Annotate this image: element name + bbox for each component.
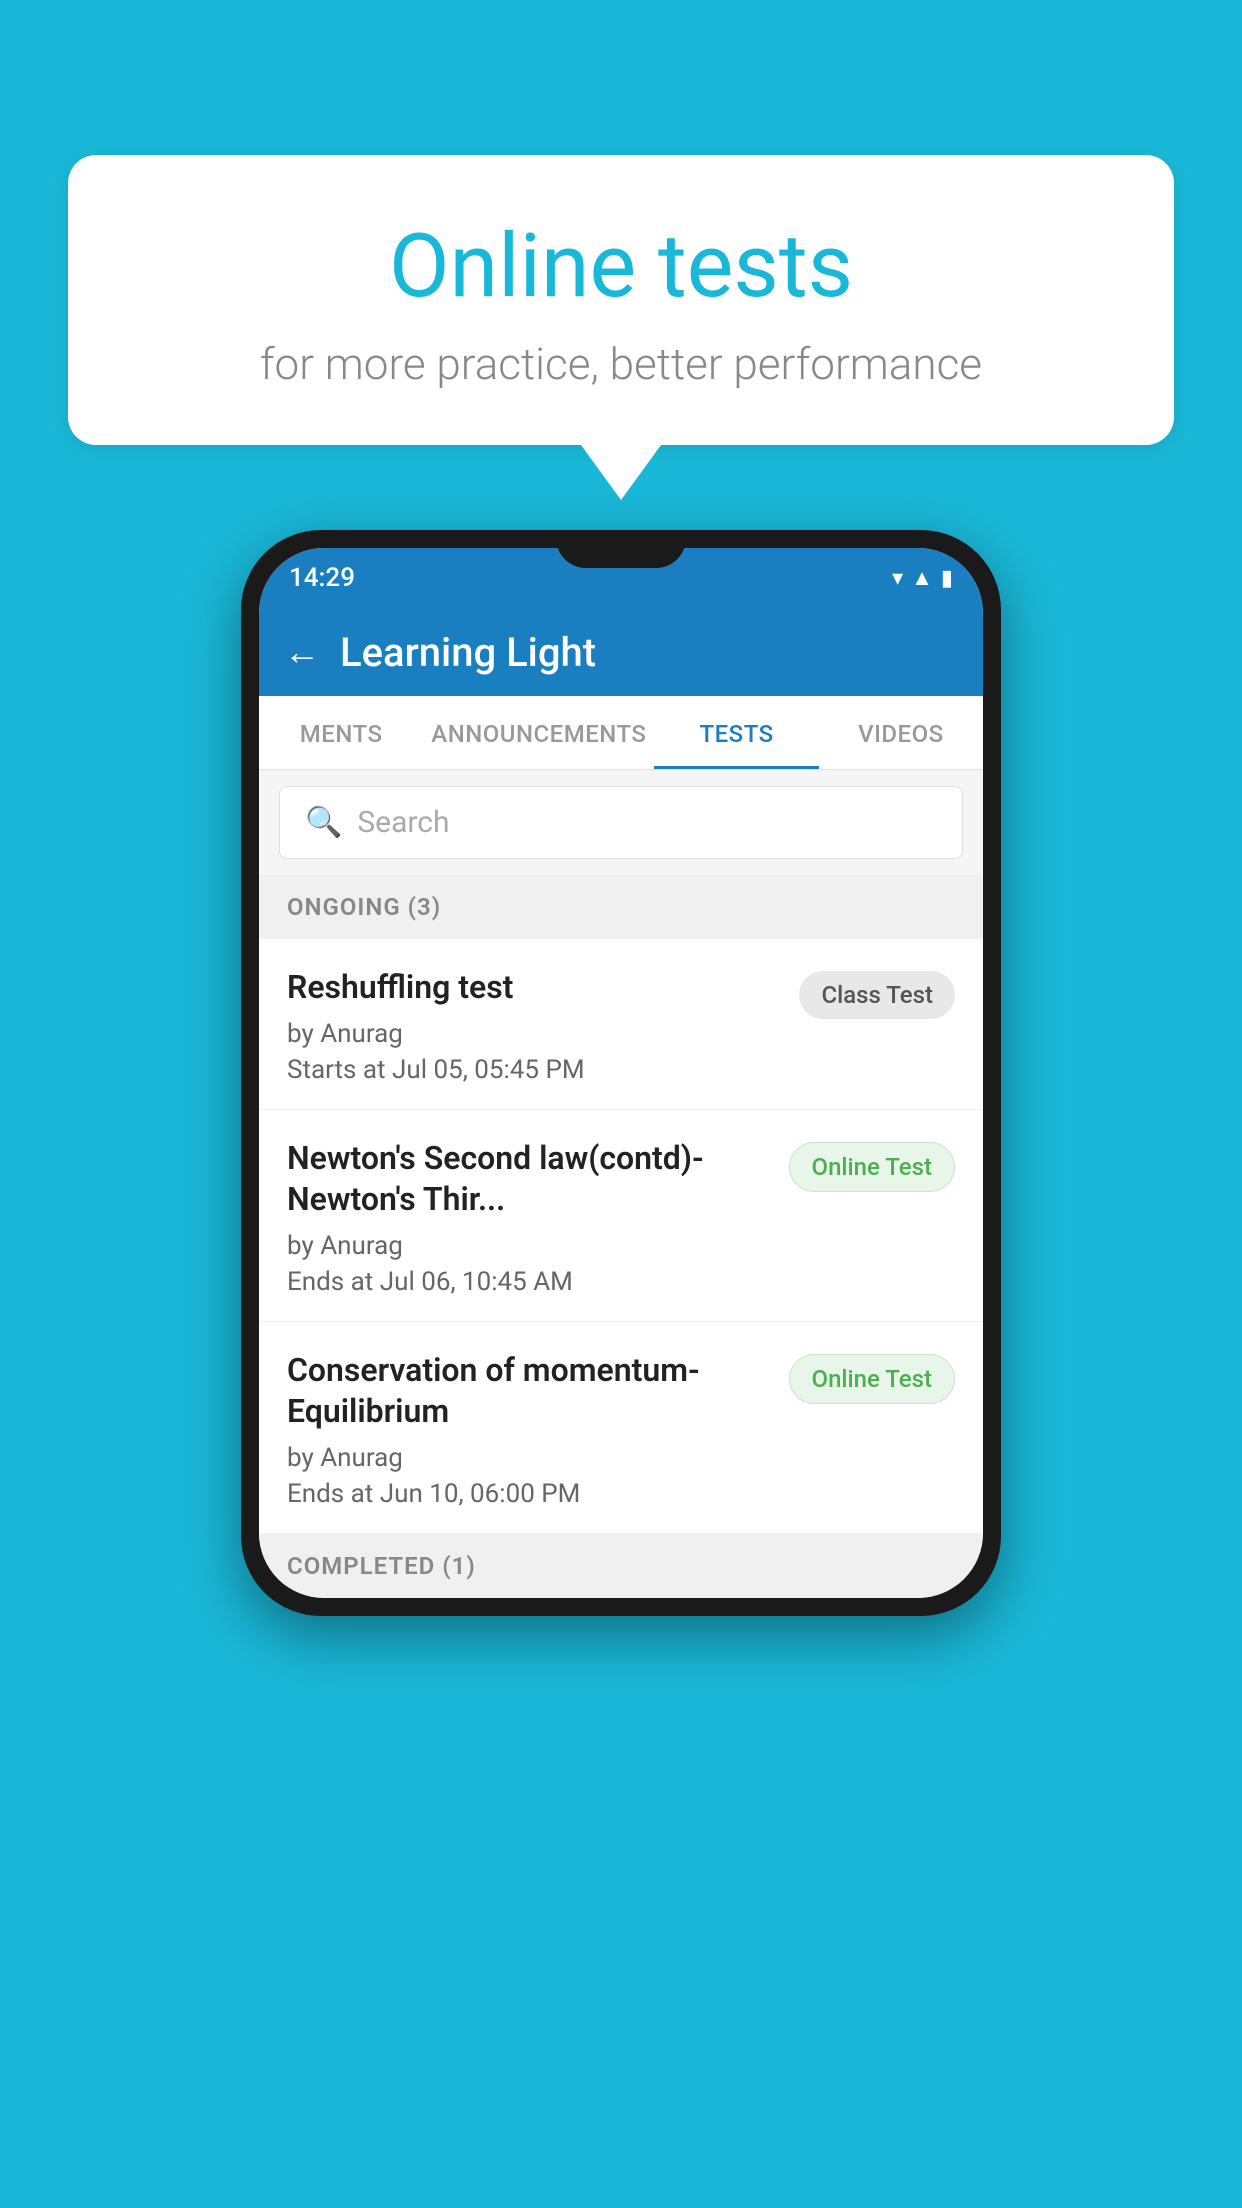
battery-icon: ▮ xyxy=(941,566,953,591)
wifi-icon: ▾ xyxy=(892,566,903,591)
back-arrow-icon[interactable]: ← xyxy=(284,631,320,673)
phone-notch xyxy=(556,530,686,568)
tab-tests[interactable]: TESTS xyxy=(654,696,818,769)
test-info-3: Conservation of momentum-Equilibrium by … xyxy=(287,1350,789,1509)
tab-videos[interactable]: VIDEOS xyxy=(819,696,983,769)
status-icons: ▾ ▲ ▮ xyxy=(892,565,953,591)
test-time-2: Ends at Jul 06, 10:45 AM xyxy=(287,1267,769,1297)
search-placeholder: Search xyxy=(357,805,449,840)
test-author-3: by Anurag xyxy=(287,1443,769,1473)
speech-bubble-container: Online tests for more practice, better p… xyxy=(68,155,1174,500)
test-time-3: Ends at Jun 10, 06:00 PM xyxy=(287,1479,769,1509)
speech-bubble-tail xyxy=(581,445,661,500)
test-item-2[interactable]: Newton's Second law(contd)-Newton's Thir… xyxy=(259,1110,983,1322)
status-time: 14:29 xyxy=(289,563,355,593)
search-container: 🔍 Search xyxy=(259,770,983,875)
test-info-2: Newton's Second law(contd)-Newton's Thir… xyxy=(287,1138,789,1297)
app-header-title: Learning Light xyxy=(340,629,596,676)
app-header: ← Learning Light xyxy=(259,608,983,696)
tabs-container: MENTS ANNOUNCEMENTS TESTS VIDEOS xyxy=(259,696,983,770)
phone-container: 14:29 ▾ ▲ ▮ ← Learning Light MENTS ANNOU… xyxy=(241,530,1001,1616)
test-item-3[interactable]: Conservation of momentum-Equilibrium by … xyxy=(259,1322,983,1534)
speech-bubble: Online tests for more practice, better p… xyxy=(68,155,1174,445)
signal-icon: ▲ xyxy=(911,565,933,591)
section-header-completed: COMPLETED (1) xyxy=(259,1534,983,1598)
tab-ments[interactable]: MENTS xyxy=(259,696,423,769)
test-badge-3: Online Test xyxy=(789,1354,955,1404)
test-title-1: Reshuffling test xyxy=(287,967,779,1009)
bubble-subtitle: for more practice, better performance xyxy=(108,338,1134,390)
test-author-2: by Anurag xyxy=(287,1231,769,1261)
test-info-1: Reshuffling test by Anurag Starts at Jul… xyxy=(287,967,799,1085)
test-title-2: Newton's Second law(contd)-Newton's Thir… xyxy=(287,1138,769,1221)
phone-outer: 14:29 ▾ ▲ ▮ ← Learning Light MENTS ANNOU… xyxy=(241,530,1001,1616)
test-title-3: Conservation of momentum-Equilibrium xyxy=(287,1350,769,1433)
test-item-1[interactable]: Reshuffling test by Anurag Starts at Jul… xyxy=(259,939,983,1110)
search-icon: 🔍 xyxy=(305,805,342,840)
tab-announcements[interactable]: ANNOUNCEMENTS xyxy=(423,696,654,769)
test-time-1: Starts at Jul 05, 05:45 PM xyxy=(287,1055,779,1085)
phone-screen: 14:29 ▾ ▲ ▮ ← Learning Light MENTS ANNOU… xyxy=(259,548,983,1598)
test-badge-1: Class Test xyxy=(799,971,955,1019)
test-author-1: by Anurag xyxy=(287,1019,779,1049)
bubble-title: Online tests xyxy=(108,215,1134,318)
test-badge-2: Online Test xyxy=(789,1142,955,1192)
section-header-ongoing: ONGOING (3) xyxy=(259,875,983,939)
search-bar[interactable]: 🔍 Search xyxy=(279,786,963,859)
